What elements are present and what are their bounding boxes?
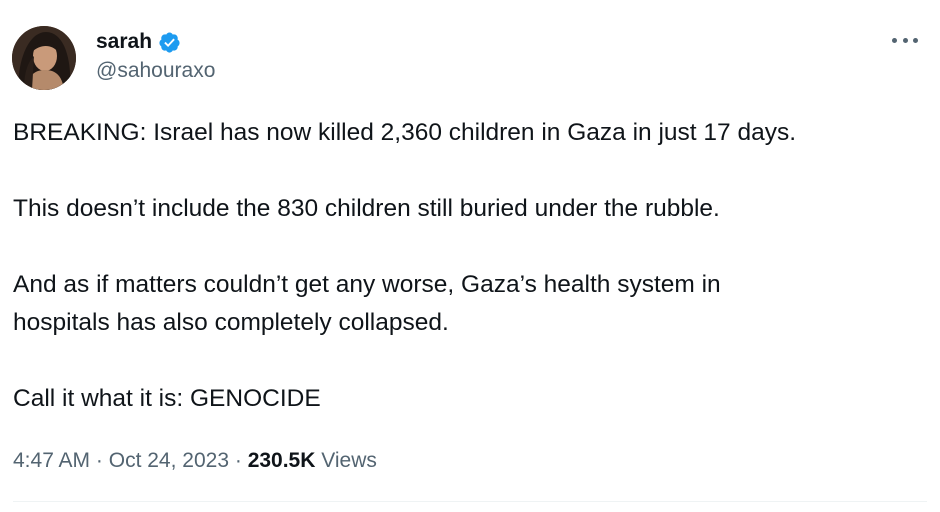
divider [13,501,927,502]
more-options-icon[interactable] [892,36,918,44]
dot [913,37,918,43]
avatar-image [12,26,76,90]
tweet-paragraph: And as if matters couldn’t get any worse… [13,271,721,336]
author-info: sarah @sahouraxo [96,30,215,84]
views-label: Views [321,449,377,472]
tweet-metadata: 4:47 AM · Oct 24, 2023 · 230.5K Views [13,448,377,474]
tweet-text: BREAKING: Israel has now killed 2,360 ch… [13,114,913,418]
tweet-paragraph: This doesn’t include the 830 children st… [13,195,720,222]
meta-separator: · [95,449,103,472]
views-count[interactable]: 230.5K [248,449,316,472]
dot [892,37,897,43]
verified-badge-icon[interactable] [158,31,181,54]
author-handle[interactable]: @sahouraxo [96,58,215,84]
tweet-card: sarah @sahouraxo BREAKING: Israel has no… [0,0,940,512]
avatar[interactable] [12,26,76,90]
name-row: sarah [96,30,215,54]
tweet-time[interactable]: 4:47 AM [13,449,90,472]
tweet-paragraph: BREAKING: Israel has now killed 2,360 ch… [13,119,797,146]
dot [902,37,908,43]
tweet-paragraph: Call it what it is: GENOCIDE [13,385,321,412]
tweet-date[interactable]: Oct 24, 2023 [109,449,229,472]
tweet-header: sarah @sahouraxo [12,26,215,90]
author-display-name[interactable]: sarah [96,30,152,54]
meta-separator: · [234,449,242,472]
